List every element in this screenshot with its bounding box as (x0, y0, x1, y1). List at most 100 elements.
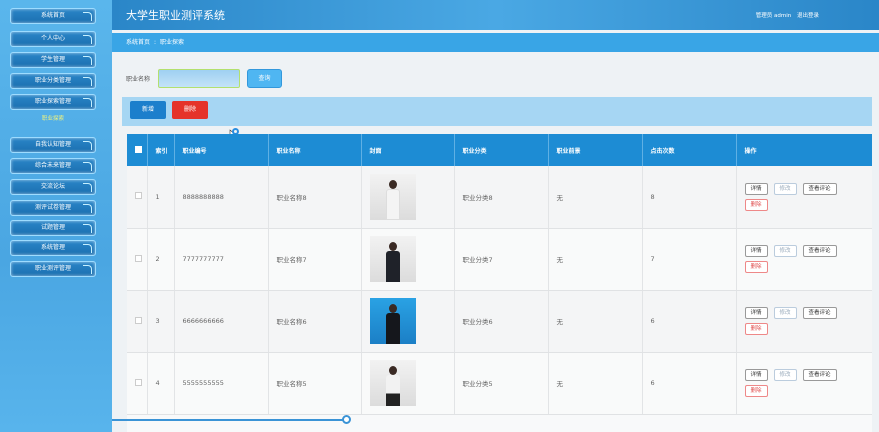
cell-category: 职业分类8 (454, 166, 549, 229)
cell-category: 职业分类7 (454, 228, 549, 291)
cell-cover (361, 228, 455, 291)
cell-category: 职业分类6 (454, 290, 549, 353)
cover-image (369, 236, 416, 282)
sidebar-item-career-explore-management[interactable]: 职业探索管理 (10, 94, 96, 110)
table-row: 1 8888888888 职业名称8 职业分类8 无 8 详情 修改 查看评论 … (127, 166, 872, 229)
user-info: 管理员 admin 退出登录 (752, 11, 819, 19)
edit-button[interactable]: 修改 (773, 307, 797, 319)
view-comments-button[interactable]: 查看评论 (802, 307, 837, 319)
cell-prospect: 无 (548, 228, 643, 291)
cell-prospect: 无 (548, 166, 643, 229)
search-button[interactable]: 查询 (247, 69, 282, 88)
add-button[interactable]: 新增 (130, 101, 166, 119)
cover-image (369, 298, 416, 344)
sidebar-item-exam-paper-management[interactable]: 测评试卷管理 (10, 200, 96, 216)
sidebar-item-personal-center[interactable]: 个人中心 (10, 31, 96, 47)
header-clicks: 点击次数 (642, 134, 737, 166)
cell-actions: 详情 修改 查看评论 删除 (736, 166, 872, 229)
search-row: 职业名称 查询 (112, 64, 879, 88)
admin-label: 管理员 admin (755, 13, 792, 19)
header-cover: 封面 (361, 134, 455, 166)
cell-code: 8888888888 (174, 166, 269, 229)
detail-button[interactable]: 详情 (744, 182, 768, 195)
cell-index: 4 (147, 352, 175, 415)
app-title: 大学生职业测评系统 (126, 9, 225, 22)
header-actions: 操作 (736, 134, 872, 166)
header-prospect: 职业前景 (548, 134, 643, 166)
sidebar-item-home[interactable]: 系统首页 (10, 8, 96, 24)
detail-button[interactable]: 详情 (744, 307, 768, 319)
cell-name: 职业名称5 (268, 352, 362, 415)
sidebar-item-student-management[interactable]: 学生管理 (10, 52, 96, 68)
table-row: 4 5555555555 职业名称5 职业分类5 无 6 详情 修改 查看评论 … (127, 352, 872, 415)
row-checkbox[interactable] (127, 352, 148, 415)
cell-name: 职业名称6 (268, 290, 362, 353)
cell-cover (361, 166, 455, 229)
data-table: 索引 职业编号 职业名称 封面 职业分类 职业前景 点击次数 操作 1 8888… (127, 134, 872, 432)
row-delete-button[interactable]: 删除 (744, 198, 768, 211)
cell-actions: 详情 修改 查看评论 删除 (736, 228, 872, 291)
cell-clicks: 6 (642, 352, 737, 415)
sidebar-item-future-management[interactable]: 综合未来管理 (10, 158, 96, 174)
edit-button[interactable]: 修改 (773, 245, 797, 257)
cover-image (369, 173, 416, 220)
cell-prospect: 无 (548, 290, 643, 353)
table-header-row: 索引 职业编号 职业名称 封面 职业分类 职业前景 点击次数 操作 (127, 134, 872, 166)
edit-button[interactable]: 修改 (773, 182, 797, 195)
sidebar-item-career-test-management[interactable]: 职业测评管理 (10, 261, 96, 277)
cell-actions: 详情 修改 查看评论 删除 (736, 352, 872, 415)
row-delete-button[interactable]: 删除 (744, 323, 768, 335)
row-delete-button[interactable]: 删除 (744, 385, 768, 397)
view-comments-button[interactable]: 查看评论 (802, 182, 837, 195)
view-comments-button[interactable]: 查看评论 (802, 369, 837, 381)
logout-link[interactable]: 退出登录 (797, 13, 819, 19)
cell-cover (361, 352, 455, 415)
row-delete-button[interactable]: 删除 (744, 261, 768, 273)
cover-image (369, 360, 416, 406)
sidebar-subitem-career-explore[interactable]: 职业探索 (10, 114, 96, 124)
video-progress-handle[interactable] (342, 415, 351, 424)
row-checkbox[interactable] (127, 166, 148, 229)
cell-name: 职业名称7 (268, 228, 362, 291)
cell-actions: 详情 修改 查看评论 删除 (736, 290, 872, 353)
header-code: 职业编号 (174, 134, 269, 166)
cell-cover (361, 290, 455, 353)
header-index: 索引 (147, 134, 175, 166)
view-comments-button[interactable]: 查看评论 (802, 245, 837, 257)
breadcrumb-current: 职业探索 (160, 39, 185, 46)
delete-button[interactable]: 删除 (172, 101, 208, 119)
detail-button[interactable]: 详情 (744, 245, 768, 257)
cell-name: 职业名称8 (268, 166, 362, 229)
sidebar-item-self-awareness-management[interactable]: 自我认知管理 (10, 137, 96, 153)
sidebar-item-system-management[interactable]: 系统管理 (10, 240, 96, 256)
row-checkbox[interactable] (127, 228, 148, 291)
breadcrumb-home[interactable]: 系统首页 (126, 39, 150, 46)
top-header: 大学生职业测评系统 管理员 admin 退出登录 (112, 0, 879, 30)
sidebar-item-question-management[interactable]: 试题管理 (10, 220, 96, 236)
header-name: 职业名称 (268, 134, 362, 166)
detail-button[interactable]: 详情 (744, 369, 768, 381)
cell-index: 3 (147, 290, 175, 353)
table-row: 2 7777777777 职业名称7 职业分类7 无 7 详情 修改 查看评论 … (127, 228, 872, 291)
cell-clicks: 7 (642, 228, 737, 291)
search-label: 职业名称 (126, 76, 151, 83)
breadcrumb-separator: : (154, 39, 157, 46)
sidebar: 系统首页 个人中心 学生管理 职业分类管理 职业探索管理 职业探索 自我认知管理… (0, 0, 112, 432)
cell-index: 2 (147, 228, 175, 291)
cell-code: 6666666666 (174, 290, 269, 353)
search-input[interactable] (158, 69, 240, 88)
breadcrumb: 系统首页: 职业探索 (112, 33, 879, 52)
cell-clicks: 8 (642, 166, 737, 229)
header-category: 职业分类 (454, 134, 549, 166)
video-progress-bar[interactable] (112, 419, 344, 421)
cell-clicks: 6 (642, 290, 737, 353)
edit-button[interactable]: 修改 (773, 369, 797, 381)
select-all-checkbox[interactable] (127, 134, 148, 166)
cell-code: 7777777777 (174, 228, 269, 291)
row-checkbox[interactable] (127, 290, 148, 353)
sidebar-item-career-category-management[interactable]: 职业分类管理 (10, 73, 96, 89)
cell-category: 职业分类5 (454, 352, 549, 415)
cell-code: 5555555555 (174, 352, 269, 415)
sidebar-item-forum[interactable]: 交流论坛 (10, 179, 96, 195)
table-row: 3 6666666666 职业名称6 职业分类6 无 6 详情 修改 查看评论 … (127, 290, 872, 353)
